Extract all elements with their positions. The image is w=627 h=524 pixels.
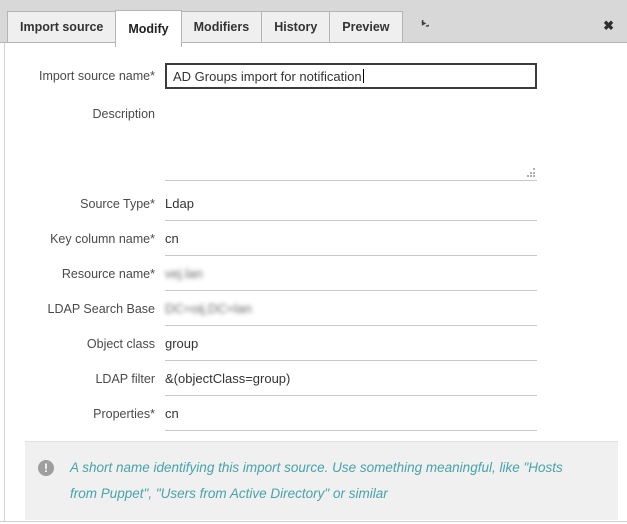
field-row-resource-name: Resource name* vej.lan <box>0 256 627 291</box>
text-caret <box>363 69 364 83</box>
exclamation-circle-icon: ! <box>38 460 54 476</box>
ldap-filter-label: LDAP filter <box>0 372 155 386</box>
key-column-name-input[interactable]: cn <box>165 221 537 256</box>
source-type-value: Ldap <box>165 196 194 211</box>
refresh-icon[interactable] <box>415 19 430 34</box>
resource-name-input[interactable]: vej.lan <box>165 256 537 291</box>
tab-import-source-label: Import source <box>20 20 103 34</box>
properties-label: Properties* <box>0 407 155 421</box>
tab-import-source[interactable]: Import source <box>7 11 116 42</box>
ldap-filter-input[interactable]: &(objectClass=group) <box>165 361 537 396</box>
object-class-label: Object class <box>0 337 155 351</box>
import-source-name-input[interactable]: AD Groups import for notification <box>165 63 537 89</box>
info-help-text: A short name identifying this import sou… <box>70 455 590 507</box>
source-type-label: Source Type* <box>0 197 155 211</box>
modify-form: Import source name* AD Groups import for… <box>0 43 627 520</box>
properties-value: cn <box>165 406 179 421</box>
ldap-search-base-value-redacted: DC=oij,DC=lan <box>165 301 252 316</box>
properties-input[interactable]: cn <box>165 396 537 431</box>
resize-grip-icon[interactable] <box>525 167 536 178</box>
resource-name-value-redacted: vej.lan <box>165 266 203 281</box>
tab-bar: Import source Modify Modifiers History P… <box>0 0 627 43</box>
description-label: Description <box>0 95 155 181</box>
key-column-name-value: cn <box>165 231 179 246</box>
tab-modifiers[interactable]: Modifiers <box>181 11 263 42</box>
object-class-value: group <box>165 336 198 351</box>
key-column-name-label: Key column name* <box>0 232 155 246</box>
field-row-object-class: Object class group <box>0 326 627 361</box>
resource-name-label: Resource name* <box>0 267 155 281</box>
tab-modify-label: Modify <box>128 22 168 36</box>
field-row-import-source-name: Import source name* AD Groups import for… <box>0 63 627 89</box>
import-source-name-value: AD Groups import for notification <box>173 69 362 84</box>
field-row-ldap-search-base: LDAP Search Base DC=oij,DC=lan <box>0 291 627 326</box>
ldap-search-base-input[interactable]: DC=oij,DC=lan <box>165 291 537 326</box>
field-row-source-type: Source Type* Ldap <box>0 186 627 221</box>
panel-bottom-border <box>0 521 627 522</box>
source-type-input[interactable]: Ldap <box>165 186 537 221</box>
field-row-key-column-name: Key column name* cn <box>0 221 627 256</box>
field-row-properties: Properties* cn <box>0 396 627 431</box>
tab-modifiers-label: Modifiers <box>194 20 250 34</box>
import-source-name-label: Import source name* <box>0 69 155 83</box>
object-class-input[interactable]: group <box>165 326 537 361</box>
ldap-filter-value: &(objectClass=group) <box>165 371 290 386</box>
tab-modify[interactable]: Modify <box>115 10 181 47</box>
field-row-ldap-filter: LDAP filter &(objectClass=group) <box>0 361 627 396</box>
tab-preview[interactable]: Preview <box>329 11 402 42</box>
description-textarea[interactable] <box>165 95 537 181</box>
tab-preview-label: Preview <box>342 20 389 34</box>
ldap-search-base-label: LDAP Search Base <box>0 302 155 316</box>
info-help-box: ! A short name identifying this import s… <box>25 441 618 520</box>
tab-history-label: History <box>274 20 317 34</box>
tab-history[interactable]: History <box>261 11 330 42</box>
close-icon[interactable]: ✖ <box>603 19 614 32</box>
field-row-description: Description <box>0 95 627 181</box>
